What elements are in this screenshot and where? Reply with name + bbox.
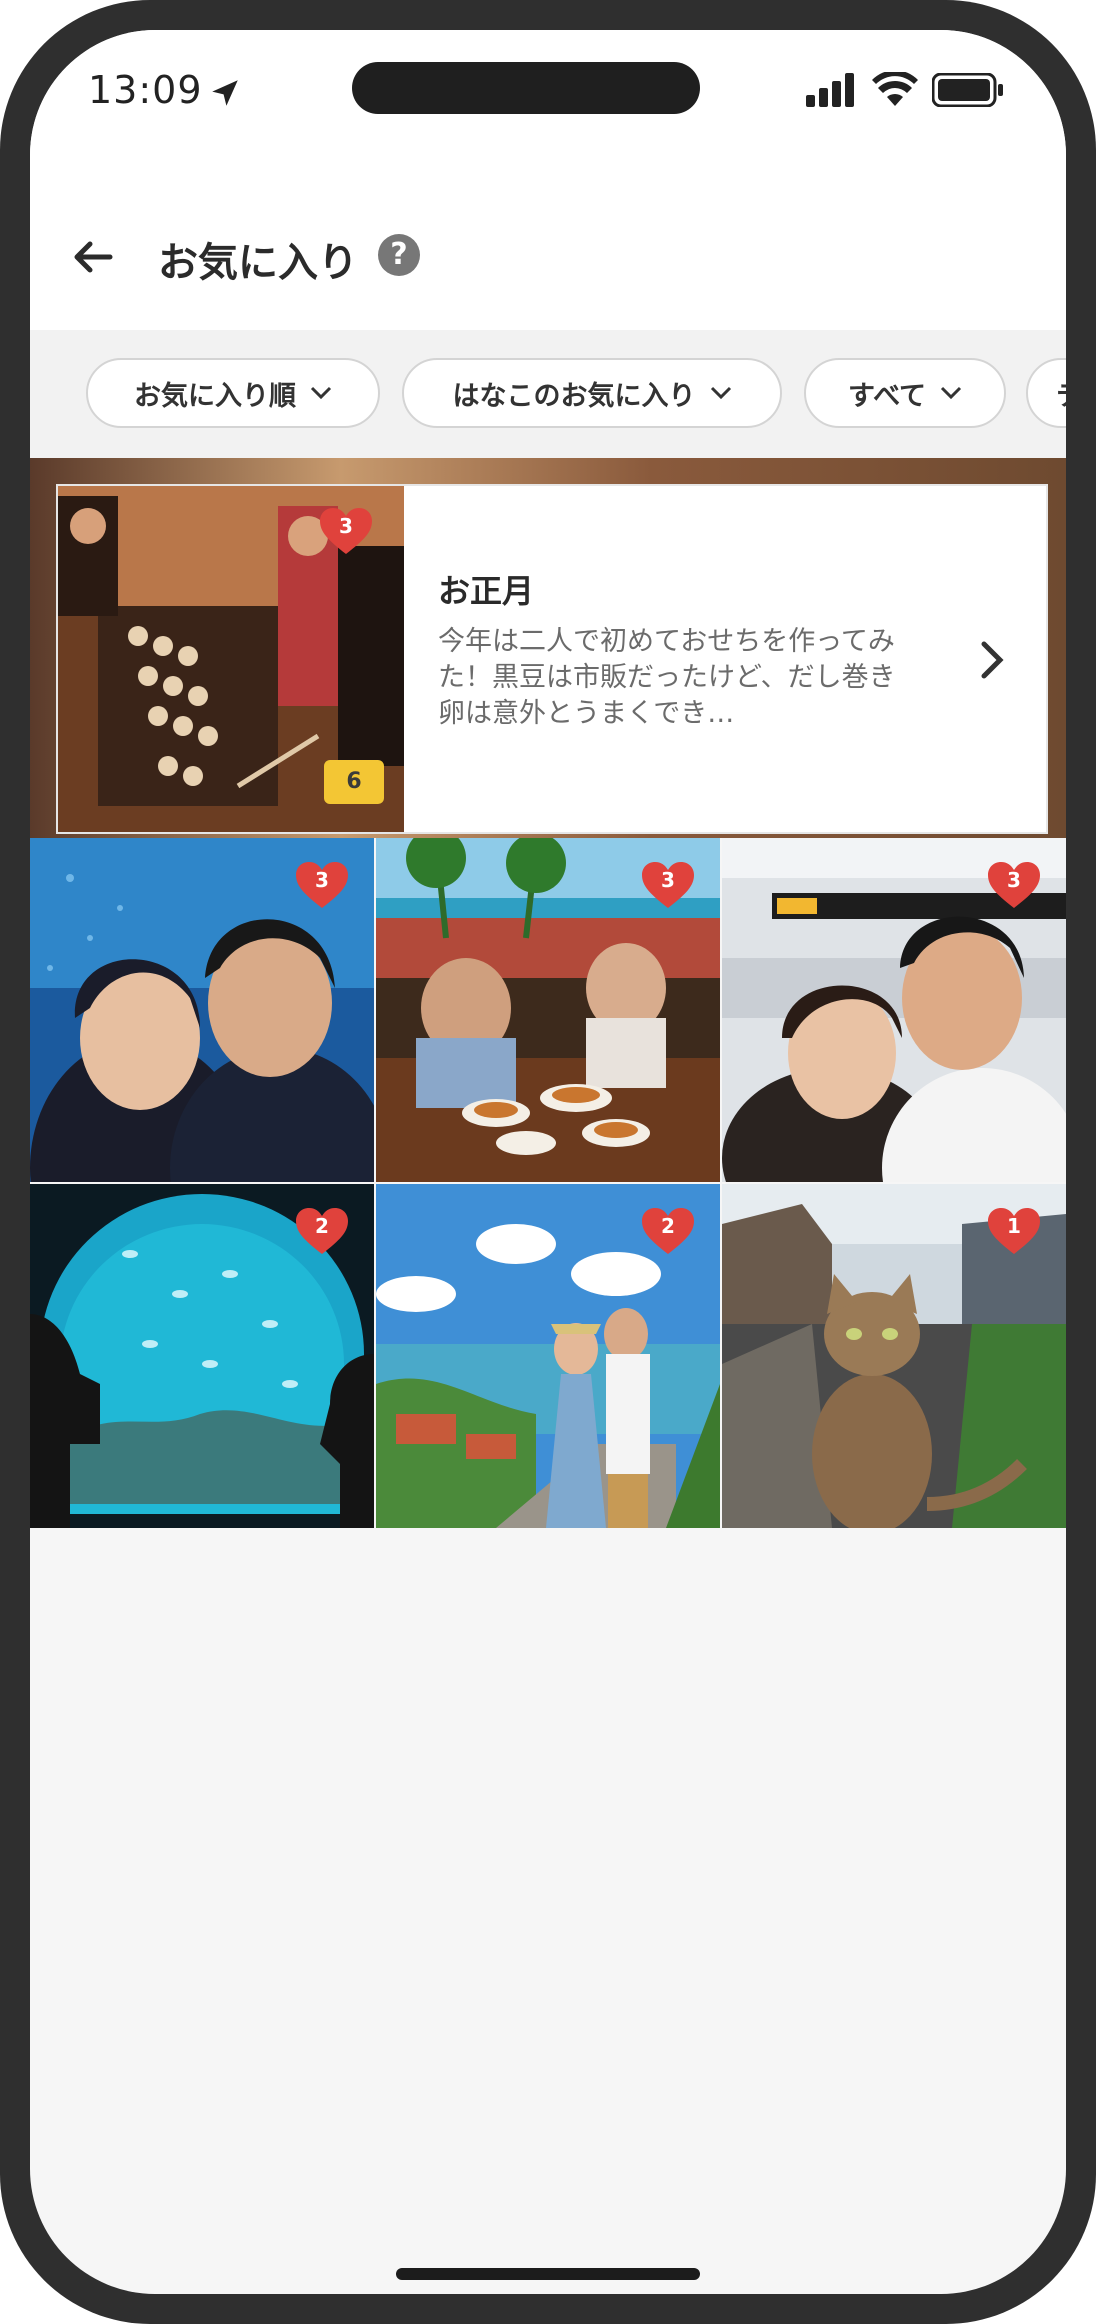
heart-count: 1 xyxy=(1007,1214,1021,1238)
sort-filter-chip[interactable]: お気に入り順 xyxy=(86,358,380,428)
chip-label: テ xyxy=(1056,374,1066,413)
album-thumbnail: 3 6 xyxy=(58,486,404,832)
signal-icon xyxy=(806,73,854,107)
device-frame: 13:09 お気に入り ? お気に入り順 はなこのお気に入り すべて 3 6 お… xyxy=(0,0,1096,2324)
location-arrow-icon xyxy=(212,80,238,106)
back-arrow-icon[interactable] xyxy=(66,230,120,284)
album-banner: 3 6 お正月 今年は二人で初めておせちを作ってみた！黒豆は市販だったけど、だし… xyxy=(30,458,1066,838)
status-bar: 13:09 xyxy=(30,30,1066,150)
chevron-down-icon xyxy=(940,386,962,400)
photo-tile[interactable]: 3 xyxy=(30,838,374,1182)
album-title: お正月 xyxy=(438,572,535,610)
owner-filter-chip[interactable]: はなこのお気に入り xyxy=(402,358,782,428)
photo-tile[interactable]: 2 xyxy=(376,1184,720,1528)
heart-count: 2 xyxy=(315,1214,329,1238)
chevron-down-icon xyxy=(310,386,332,400)
app-bar: お気に入り ? xyxy=(30,150,1066,330)
photo-tile[interactable]: 2 xyxy=(30,1184,374,1528)
heart-count: 3 xyxy=(661,868,675,892)
heart-count: 3 xyxy=(339,514,353,538)
heart-icon: 3 xyxy=(640,860,696,910)
photo-tile[interactable]: 3 xyxy=(376,838,720,1182)
chip-label: お気に入り順 xyxy=(134,380,296,412)
heart-icon: 2 xyxy=(294,1206,350,1256)
status-icons xyxy=(806,72,1004,108)
chip-label: すべて xyxy=(847,380,927,412)
photo-count-badge: 6 xyxy=(324,760,384,804)
screen: 13:09 お気に入り ? お気に入り順 はなこのお気に入り すべて 3 6 お… xyxy=(30,30,1066,2294)
heart-icon: 2 xyxy=(640,1206,696,1256)
chevron-down-icon xyxy=(710,386,731,400)
dynamic-island xyxy=(352,62,700,114)
photo-tile[interactable]: 1 xyxy=(722,1184,1066,1528)
album-description: 今年は二人で初めておせちを作ってみた！黒豆は市販だったけど、だし巻き卵は意外とう… xyxy=(438,626,896,729)
photo-tile[interactable]: 3 xyxy=(722,838,1066,1182)
heart-icon: 1 xyxy=(986,1206,1042,1256)
home-indicator[interactable] xyxy=(396,2268,700,2280)
chip-label: はなこのお気に入り xyxy=(452,380,696,412)
album-card[interactable]: 3 6 お正月 今年は二人で初めておせちを作ってみた！黒豆は市販だったけど、だし… xyxy=(56,484,1048,834)
wifi-icon xyxy=(872,72,918,106)
help-icon[interactable]: ? xyxy=(378,234,420,276)
chevron-right-icon[interactable] xyxy=(974,638,1010,682)
filter-bar: お気に入り順 はなこのお気に入り すべて テ xyxy=(30,330,1066,458)
heart-count: 3 xyxy=(1007,868,1021,892)
page-title: お気に入り xyxy=(158,240,358,286)
status-time: 13:09 xyxy=(88,68,203,112)
heart-icon: 3 xyxy=(986,860,1042,910)
heart-count: 3 xyxy=(315,868,329,892)
battery-icon xyxy=(932,73,1003,107)
heart-count: 2 xyxy=(661,1214,675,1238)
heart-icon: 3 xyxy=(318,506,374,556)
heart-icon: 3 xyxy=(294,860,350,910)
extra-filter-chip[interactable]: テ xyxy=(1026,358,1066,428)
type-filter-chip[interactable]: すべて xyxy=(804,358,1006,428)
